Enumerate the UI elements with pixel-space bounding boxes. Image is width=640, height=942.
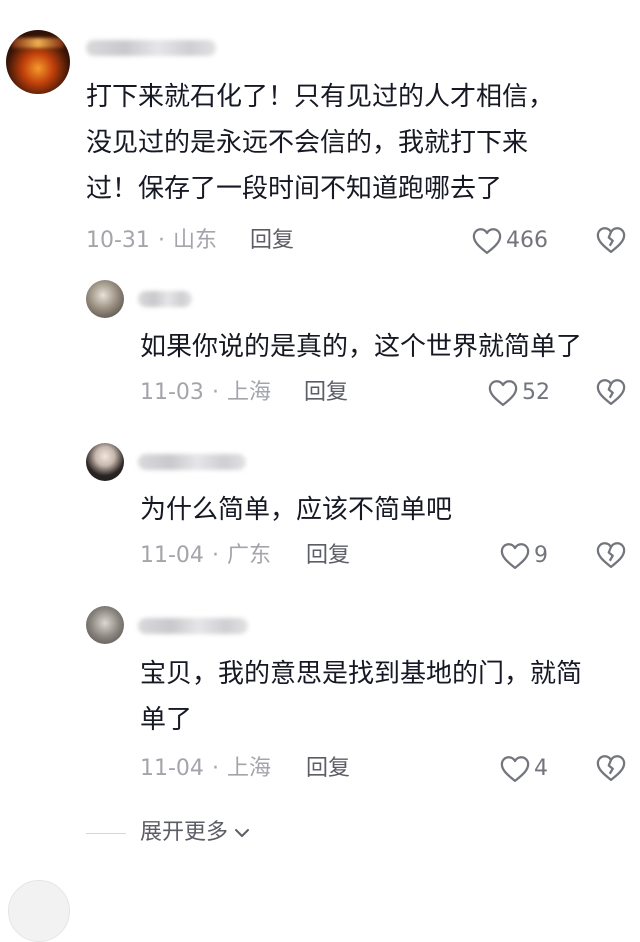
username-blurred[interactable] — [138, 291, 192, 307]
comment-location: 上海 — [226, 380, 271, 405]
heart-outline-icon — [500, 543, 530, 569]
like-count: 52 — [522, 380, 550, 405]
comment-location: 上海 — [226, 756, 271, 781]
username-blurred[interactable] — [138, 454, 246, 470]
avatar[interactable] — [86, 606, 124, 644]
like-count: 9 — [534, 543, 548, 568]
broken-heart-icon — [596, 379, 626, 405]
avatar[interactable] — [6, 30, 70, 94]
comment-date: 11-03 — [140, 380, 204, 405]
broken-heart-icon — [596, 542, 626, 568]
expand-more-replies-button[interactable]: 展开更多 — [86, 818, 252, 848]
comment-date: 11-04 — [140, 756, 204, 781]
dislike-button[interactable] — [596, 754, 626, 786]
divider — [86, 832, 126, 834]
reply-button[interactable]: 回复 — [304, 378, 348, 408]
comment-date: 10-31 — [86, 228, 150, 253]
like-button[interactable]: 466 — [472, 226, 548, 256]
meta-separator: · — [211, 756, 219, 781]
comment-meta: 11-04 · 上海 — [140, 754, 271, 784]
like-button[interactable]: 4 — [500, 754, 548, 784]
broken-heart-icon — [596, 755, 626, 781]
comment-location: 山东 — [172, 228, 217, 253]
heart-outline-icon — [472, 228, 502, 254]
comment-text: 打下来就石化了！只有见过的人才相信， 没见过的是永远不会信的，我就打下来 过！保… — [86, 82, 555, 204]
dislike-button[interactable] — [596, 541, 626, 573]
avatar[interactable] — [8, 880, 70, 942]
heart-outline-icon — [488, 380, 518, 406]
dislike-button[interactable] — [596, 226, 626, 258]
username-blurred[interactable] — [138, 618, 248, 634]
comment-meta: 11-03 · 上海 — [140, 378, 271, 408]
expand-more-label: 展开更多 — [140, 820, 229, 845]
chevron-down-icon — [235, 829, 250, 837]
avatar[interactable] — [86, 280, 124, 318]
like-count: 4 — [534, 756, 548, 781]
avatar[interactable] — [86, 443, 124, 481]
broken-heart-icon — [596, 227, 626, 253]
meta-separator: · — [157, 228, 165, 253]
like-button[interactable]: 9 — [500, 541, 548, 571]
comment-text: 宝贝，我的意思是找到基地的门，就简 单了 — [140, 659, 583, 735]
comment-meta: 10-31 · 山东 — [86, 226, 217, 256]
comment-location: 广东 — [226, 543, 271, 568]
reply-button[interactable]: 回复 — [250, 226, 294, 256]
dislike-button[interactable] — [596, 378, 626, 410]
heart-outline-icon — [500, 756, 530, 782]
meta-separator: · — [211, 380, 219, 405]
comment-date: 11-04 — [140, 543, 204, 568]
comment-text: 如果你说的是真的，这个世界就简单了 — [140, 332, 583, 362]
meta-separator: · — [211, 543, 219, 568]
like-button[interactable]: 52 — [488, 378, 550, 408]
username-blurred[interactable] — [86, 40, 216, 56]
comment-text: 为什么简单，应该不简单吧 — [140, 495, 453, 525]
reply-button[interactable]: 回复 — [306, 754, 350, 784]
comment-meta: 11-04 · 广东 — [140, 541, 271, 571]
like-count: 466 — [506, 228, 548, 253]
reply-button[interactable]: 回复 — [306, 541, 350, 571]
